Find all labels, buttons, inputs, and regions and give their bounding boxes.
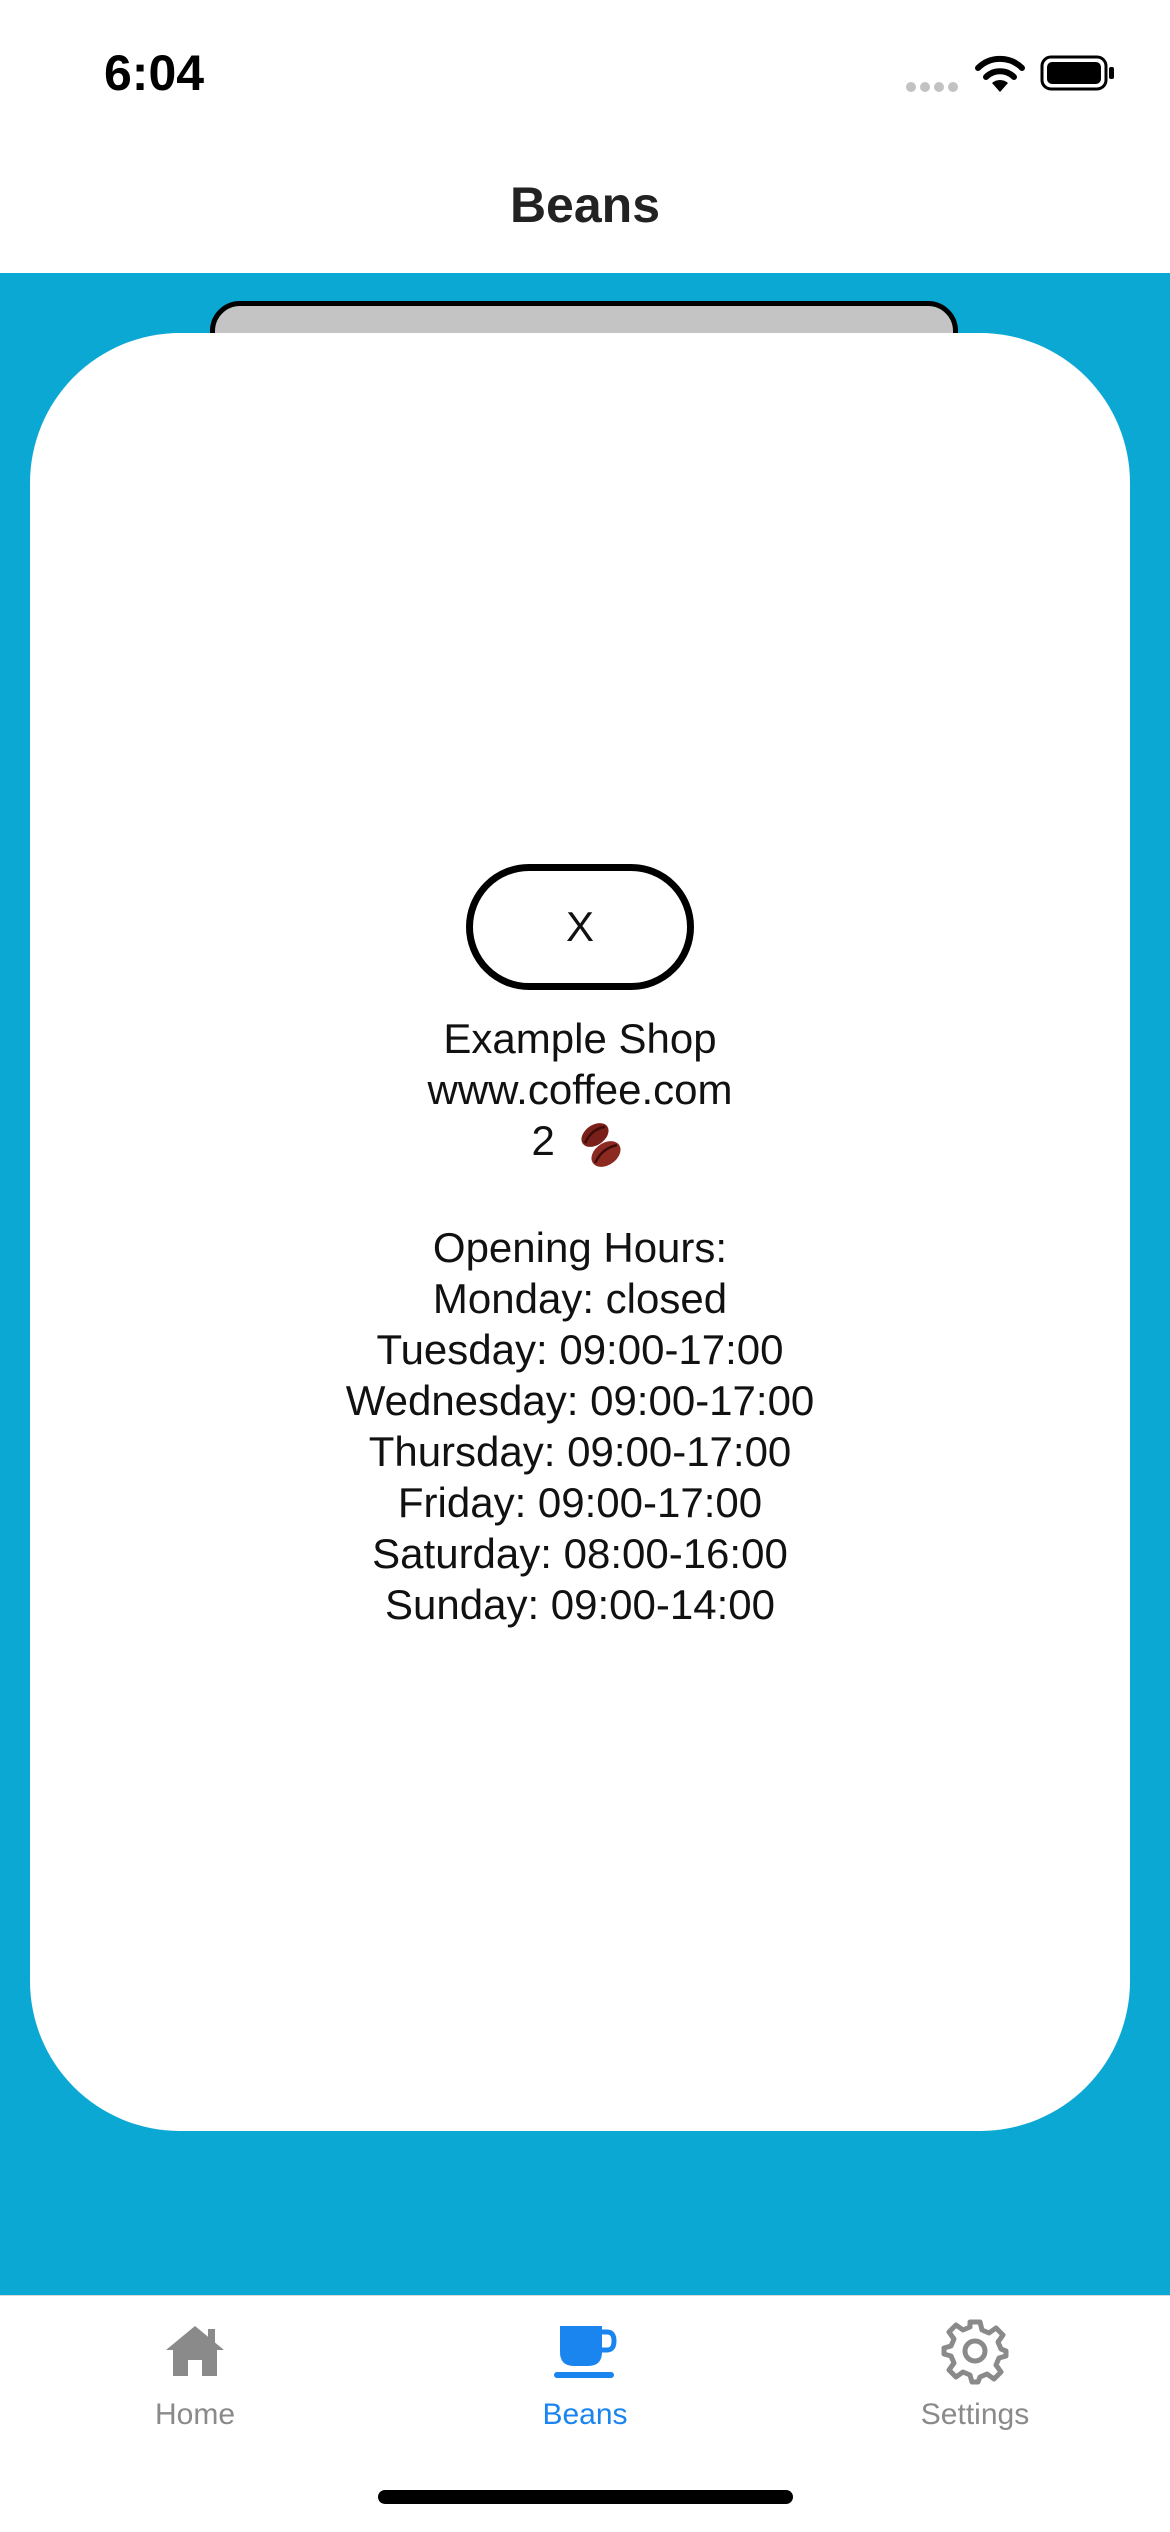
hours-wednesday: Wednesday: 09:00-17:00 bbox=[345, 1376, 815, 1424]
shop-info: Example Shop www.coffee.com 2 Opening Ho… bbox=[30, 1013, 1130, 1630]
opening-hours-title: Opening Hours: bbox=[432, 1223, 728, 1271]
status-time: 6:04 bbox=[104, 45, 205, 101]
gear-icon bbox=[941, 2319, 1009, 2385]
close-button-label: X bbox=[565, 903, 594, 950]
coffee-beans-icon bbox=[580, 1123, 621, 1167]
tab-settings[interactable]: Settings bbox=[780, 2316, 1170, 2456]
hours-monday: Monday: closed bbox=[432, 1274, 728, 1322]
status-bar: 6:04 bbox=[0, 0, 1170, 140]
home-indicator[interactable] bbox=[378, 2490, 793, 2504]
shop-website[interactable]: www.coffee.com bbox=[30, 1064, 1130, 1115]
wifi-icon bbox=[975, 55, 1025, 92]
navigation-bar: Beans bbox=[0, 140, 1170, 273]
hours-saturday: Saturday: 08:00-16:00 bbox=[372, 1529, 788, 1577]
hours-tuesday: Tuesday: 09:00-17:00 bbox=[376, 1325, 784, 1373]
house-icon bbox=[166, 2326, 224, 2376]
hours-friday: Friday: 09:00-17:00 bbox=[397, 1478, 763, 1526]
shop-detail-card: X Example Shop www.coffee.com 2 Opening … bbox=[30, 333, 1130, 2131]
tab-home[interactable]: Home bbox=[0, 2316, 390, 2456]
coffee-cup-icon bbox=[554, 2326, 617, 2378]
tab-home-label: Home bbox=[154, 2398, 236, 2431]
shop-name: Example Shop bbox=[443, 1015, 717, 1062]
hours-sunday: Sunday: 09:00-14:00 bbox=[385, 1580, 775, 1628]
screen: 6:04 Beans X Example Shop www.coffee.com… bbox=[0, 0, 1170, 2532]
page-title: Beans bbox=[509, 177, 661, 233]
battery-icon bbox=[1040, 55, 1114, 91]
shop-rating: 2 bbox=[30, 1115, 1130, 1171]
tab-settings-label: Settings bbox=[920, 2398, 1030, 2431]
tab-beans-label: Beans bbox=[542, 2398, 628, 2431]
tab-beans[interactable]: Beans bbox=[390, 2316, 780, 2456]
content-area: X Example Shop www.coffee.com 2 Opening … bbox=[0, 273, 1170, 2295]
rating-value: 2 bbox=[531, 1117, 555, 1164]
close-button[interactable]: X bbox=[466, 864, 694, 990]
hours-thursday: Thursday: 09:00-17:00 bbox=[368, 1427, 792, 1475]
cellular-signal-icon bbox=[906, 82, 958, 92]
